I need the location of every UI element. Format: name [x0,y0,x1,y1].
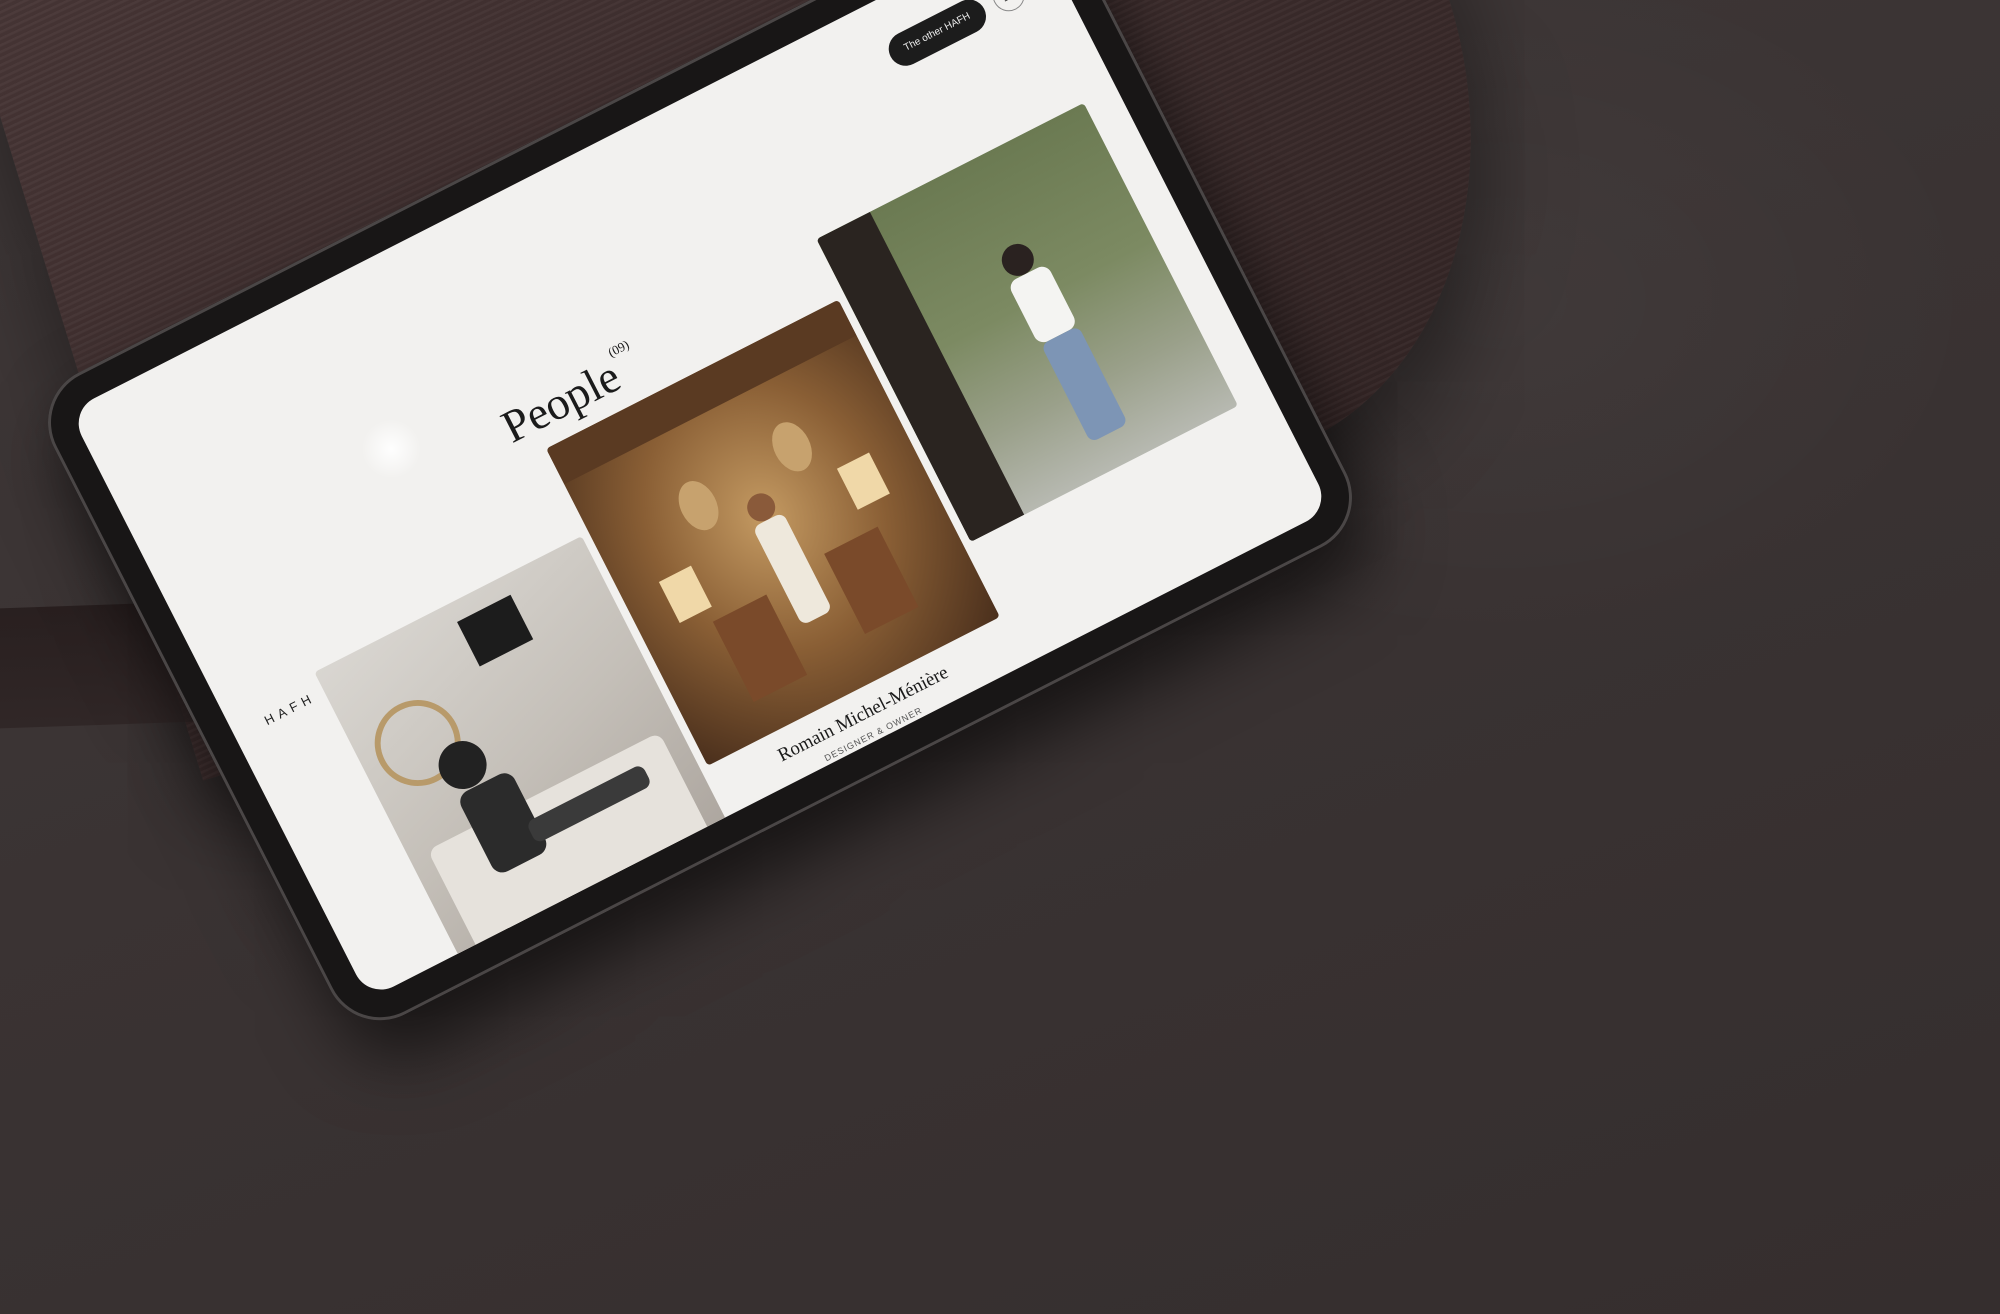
chair [712,594,808,702]
people-count: (09) [605,336,632,360]
hamburger-icon-line [1004,0,1018,2]
chair [824,526,919,635]
pendant-lamp [678,481,719,531]
brand-logo[interactable]: HAFH [262,690,318,729]
menu-button[interactable] [987,0,1031,17]
window [658,565,712,623]
window [836,452,890,510]
scene: HAFH The other HAFH People(09) Romain Mi… [0,0,2000,1314]
screen-glare [350,408,432,490]
person-jeans [1043,328,1126,440]
pendant-lamp [772,422,812,472]
other-hafh-button[interactable]: The other HAFH [883,0,992,72]
wall-art [457,594,534,667]
